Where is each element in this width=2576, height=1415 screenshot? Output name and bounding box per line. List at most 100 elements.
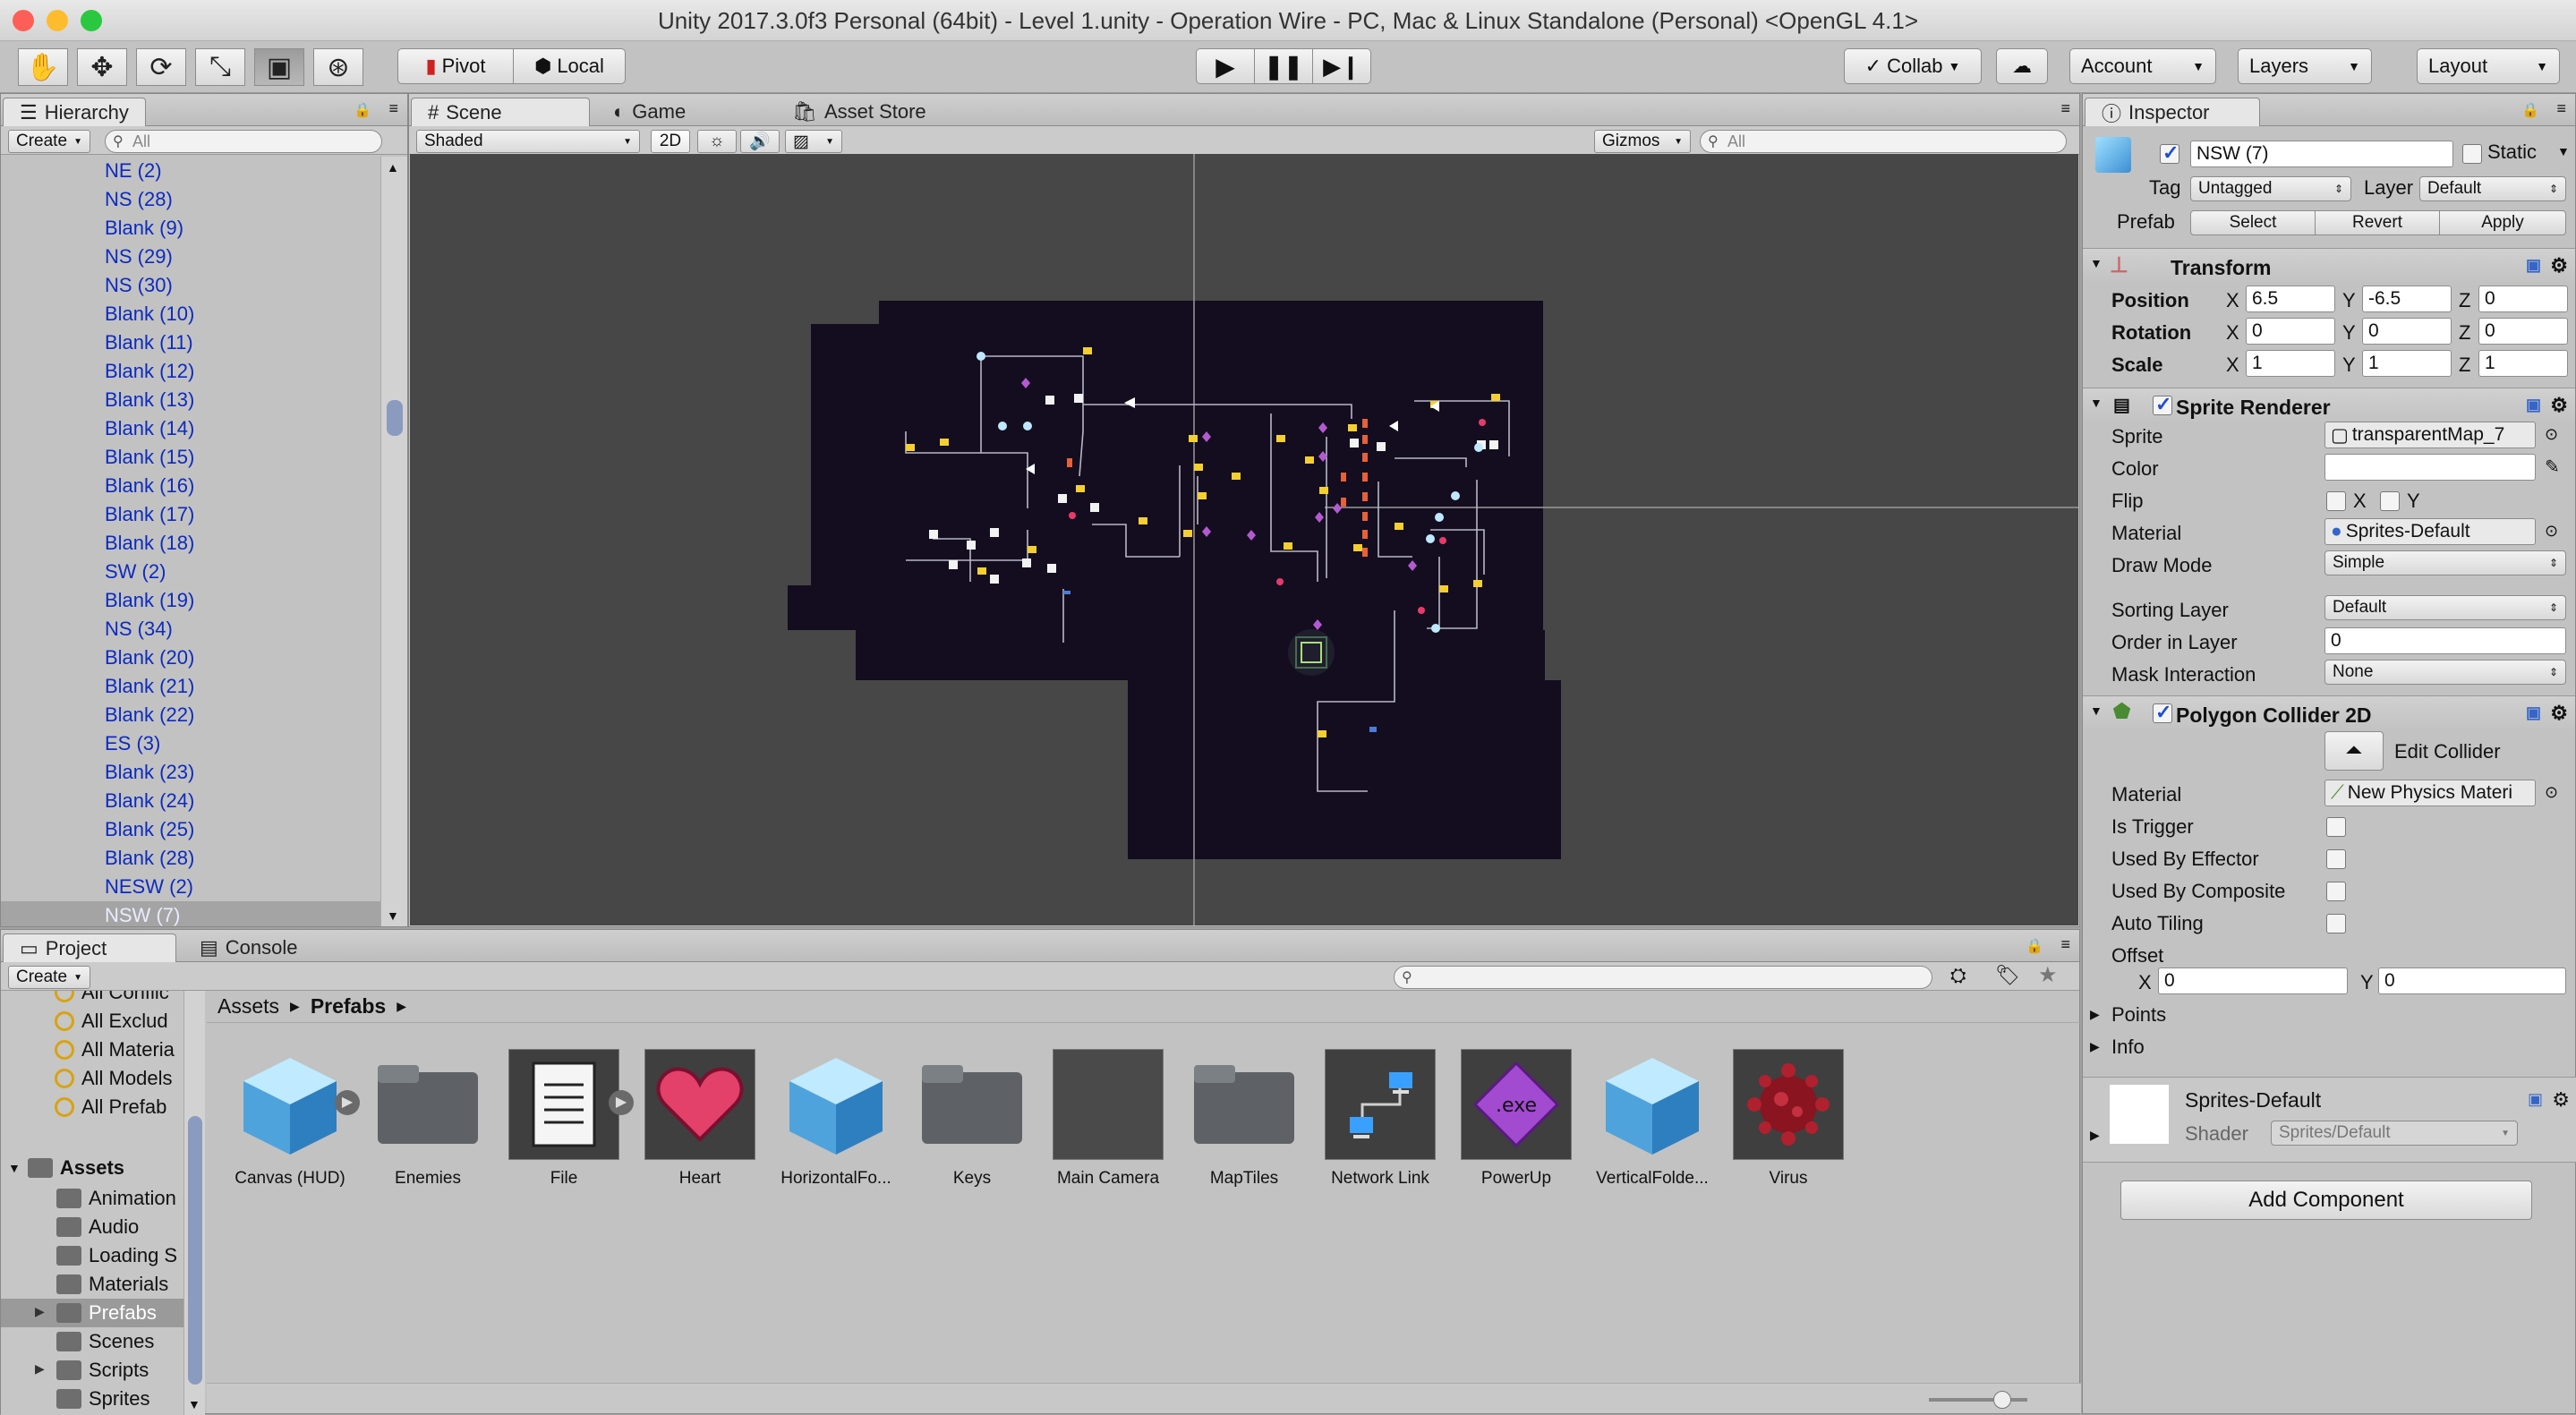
gear-icon[interactable]: ⚙ bbox=[2550, 254, 2568, 277]
scale-tool-button[interactable]: ⤡ bbox=[195, 48, 245, 86]
hierarchy-item[interactable]: Blank (20) bbox=[1, 644, 380, 672]
favorite-search-item[interactable]: All Conflic bbox=[55, 991, 169, 1007]
tab-game[interactable]: ◐ Game bbox=[597, 98, 702, 126]
tab-project[interactable]: ▭ Project bbox=[3, 933, 176, 962]
hierarchy-item[interactable]: Blank (21) bbox=[1, 672, 380, 701]
offset-y-field[interactable]: 0 bbox=[2378, 967, 2566, 994]
hierarchy-item[interactable]: NSW (7) bbox=[1, 901, 380, 926]
transform-position-x-field[interactable]: 6.5 bbox=[2246, 286, 2335, 312]
active-checkbox[interactable] bbox=[2160, 141, 2179, 165]
is-trigger-checkbox[interactable] bbox=[2326, 817, 2346, 837]
asset-horizontal-folder[interactable]: HorizontalFo... bbox=[773, 1049, 899, 1189]
hierarchy-item[interactable]: Blank (15) bbox=[1, 443, 380, 472]
icon-size-slider-track[interactable] bbox=[1929, 1398, 2027, 1402]
layer-dropdown[interactable]: Default ⇕ bbox=[2419, 176, 2566, 201]
tree-folder-item[interactable]: Audio bbox=[1, 1213, 185, 1241]
hierarchy-item[interactable]: NS (29) bbox=[1, 243, 380, 271]
account-dropdown[interactable]: Account ▼ bbox=[2069, 48, 2216, 84]
scroll-down-icon[interactable]: ▼ bbox=[387, 908, 399, 923]
points-foldout[interactable]: Points bbox=[2111, 1003, 2166, 1027]
hierarchy-item[interactable]: Blank (22) bbox=[1, 701, 380, 729]
sorting-layer-dropdown[interactable]: Default ⇕ bbox=[2324, 595, 2566, 620]
hand-tool-button[interactable]: ✋ bbox=[18, 48, 68, 86]
mask-interaction-dropdown[interactable]: None ⇕ bbox=[2324, 660, 2566, 685]
scene-viewport[interactable] bbox=[410, 154, 2078, 925]
hierarchy-item[interactable]: ES (3) bbox=[1, 729, 380, 758]
lock-icon[interactable]: 🔒 bbox=[354, 101, 371, 119]
hierarchy-scroll-thumb[interactable] bbox=[387, 400, 403, 436]
hierarchy-item[interactable]: Blank (13) bbox=[1, 386, 380, 414]
offset-x-field[interactable]: 0 bbox=[2158, 967, 2348, 994]
static-checkbox[interactable] bbox=[2462, 144, 2482, 164]
material-field[interactable]: ● Sprites-Default bbox=[2324, 518, 2536, 545]
chevron-down-icon[interactable]: ▼ bbox=[2557, 144, 2570, 158]
draw-mode-dropdown[interactable]: Simple ⇕ bbox=[2324, 550, 2566, 575]
used-by-composite-checkbox[interactable] bbox=[2326, 882, 2346, 901]
foldout-open-icon[interactable]: ▼ bbox=[2090, 703, 2103, 718]
local-toggle[interactable]: ⬢ Local bbox=[513, 48, 626, 84]
flip-y-checkbox[interactable] bbox=[2380, 491, 2400, 511]
transform-scale-x-field[interactable]: 1 bbox=[2246, 350, 2335, 377]
tag-dropdown[interactable]: Untagged ⇕ bbox=[2190, 176, 2351, 201]
transform-position-z-field[interactable]: 0 bbox=[2478, 286, 2568, 312]
play-button[interactable]: ▶ bbox=[1196, 48, 1255, 84]
pause-button[interactable]: ❚❚ bbox=[1254, 48, 1313, 84]
panel-menu-icon[interactable]: ≡ bbox=[2060, 935, 2070, 954]
scroll-up-icon[interactable]: ▲ bbox=[387, 160, 399, 175]
auto-tiling-checkbox[interactable] bbox=[2326, 914, 2346, 933]
tree-folder-item[interactable]: Animation bbox=[1, 1184, 185, 1213]
transform-tool-button[interactable]: ⊛ bbox=[313, 48, 363, 86]
effects-dropdown[interactable]: ▨ ▼ bbox=[785, 130, 842, 153]
info-foldout[interactable]: Info bbox=[2111, 1036, 2145, 1059]
asset-vertical-folder[interactable]: VerticalFolde... bbox=[1590, 1049, 1715, 1189]
layout-dropdown[interactable]: Layout ▼ bbox=[2417, 48, 2560, 84]
hierarchy-item[interactable]: Blank (9) bbox=[1, 214, 380, 243]
project-create-dropdown[interactable]: Create ▼ bbox=[8, 966, 90, 989]
hierarchy-item[interactable]: Blank (18) bbox=[1, 529, 380, 558]
hierarchy-item[interactable]: NS (30) bbox=[1, 271, 380, 300]
hierarchy-item[interactable]: Blank (12) bbox=[1, 357, 380, 386]
audio-toggle[interactable]: 🔊 bbox=[740, 130, 780, 153]
foldout-closed-icon[interactable]: ▶ bbox=[2090, 1039, 2100, 1054]
hierarchy-item[interactable]: SW (2) bbox=[1, 558, 380, 586]
hierarchy-item[interactable]: NESW (2) bbox=[1, 873, 380, 901]
hierarchy-scrollbar[interactable]: ▲ ▼ bbox=[380, 157, 407, 926]
foldout-closed-icon[interactable]: ▶ bbox=[2090, 1128, 2100, 1143]
used-by-effector-checkbox[interactable] bbox=[2326, 849, 2346, 869]
breadcrumb-prefabs[interactable]: Prefabs bbox=[311, 994, 386, 1019]
asset-powerup[interactable]: .exe PowerUp bbox=[1454, 1049, 1579, 1189]
tree-folder-item[interactable]: ▶ Prefabs bbox=[1, 1299, 185, 1327]
polygon-collider-enabled-checkbox[interactable] bbox=[2153, 701, 2172, 724]
transform-header[interactable]: ▼ ⊥ Transform ▣ ⚙ bbox=[2083, 248, 2575, 284]
rect-tool-button[interactable]: ▣ bbox=[254, 48, 304, 86]
step-button[interactable]: ▶❙ bbox=[1312, 48, 1371, 84]
tree-folder-item[interactable]: Loading S bbox=[1, 1241, 185, 1270]
eyedropper-icon[interactable]: ✎ bbox=[2545, 456, 2560, 478]
asset-canvas-hud[interactable]: Canvas (HUD) bbox=[227, 1049, 353, 1189]
sprite-renderer-header[interactable]: ▼ ▤ Sprite Renderer ▣ ⚙ bbox=[2083, 388, 2575, 423]
tab-inspector[interactable]: ⓘ Inspector bbox=[2085, 98, 2260, 126]
hierarchy-item[interactable]: Blank (24) bbox=[1, 787, 380, 815]
panel-menu-icon[interactable]: ≡ bbox=[388, 99, 398, 118]
gear-icon[interactable]: ⚙ bbox=[2552, 1088, 2570, 1112]
pivot-toggle[interactable]: ▮ Pivot bbox=[397, 48, 514, 84]
object-picker-icon[interactable]: ⊙ bbox=[2545, 522, 2558, 541]
mode-2d-toggle[interactable]: 2D bbox=[651, 130, 690, 153]
transform-scale-y-field[interactable]: 1 bbox=[2362, 350, 2452, 377]
help-icon[interactable]: ▣ bbox=[2528, 1090, 2543, 1109]
hierarchy-item[interactable]: Blank (14) bbox=[1, 414, 380, 443]
color-field[interactable] bbox=[2324, 454, 2536, 481]
physics-material-field[interactable]: ⟋ New Physics Materi bbox=[2324, 780, 2536, 806]
hierarchy-item[interactable]: Blank (25) bbox=[1, 815, 380, 844]
help-icon[interactable]: ▣ bbox=[2526, 396, 2541, 414]
help-icon[interactable]: ▣ bbox=[2526, 256, 2541, 275]
transform-position-y-field[interactable]: -6.5 bbox=[2362, 286, 2452, 312]
asset-enemies[interactable]: Enemies bbox=[365, 1049, 490, 1189]
add-component-button[interactable]: Add Component bbox=[2120, 1181, 2532, 1220]
hierarchy-item[interactable]: Blank (28) bbox=[1, 844, 380, 873]
hierarchy-item[interactable]: Blank (11) bbox=[1, 328, 380, 357]
object-picker-icon[interactable]: ⊙ bbox=[2545, 783, 2558, 802]
tree-folder-item[interactable]: Sprites bbox=[1, 1385, 185, 1413]
asset-maptiles[interactable]: MapTiles bbox=[1181, 1049, 1307, 1189]
hierarchy-item[interactable]: Blank (17) bbox=[1, 500, 380, 529]
